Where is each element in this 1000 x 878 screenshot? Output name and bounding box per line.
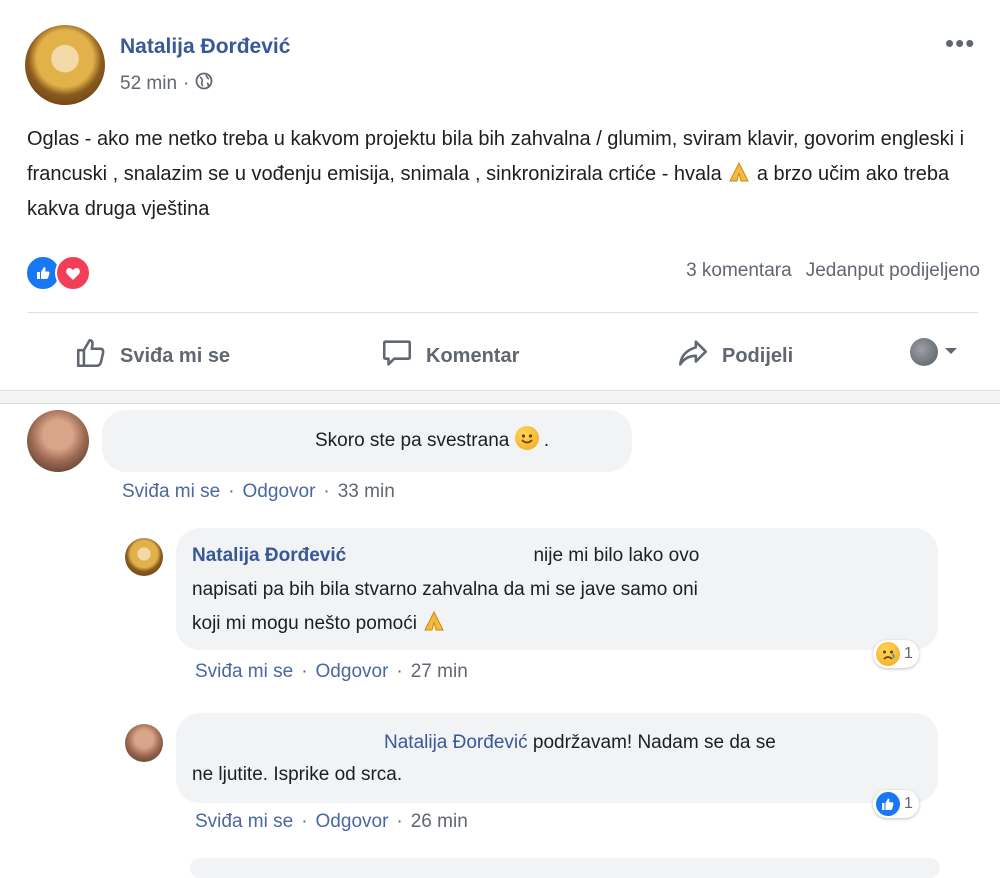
engagement-summary: 3 komentara Jedanput podijeljeno	[686, 260, 980, 282]
meta-separator: ·	[396, 811, 403, 832]
mention-link[interactable]: Natalija Đorđević	[384, 732, 528, 753]
sad-reaction-icon	[876, 642, 900, 666]
post-meta: 52 min ·	[120, 72, 213, 96]
comment-like-link[interactable]: Sviđa mi se	[122, 481, 220, 503]
reaction-summary[interactable]	[25, 255, 91, 291]
post-text: Oglas - ako me netko treba u kakvom proj…	[27, 122, 977, 227]
more-options-icon[interactable]: •••	[945, 28, 975, 59]
reply-author-name[interactable]: Natalija Đorđević	[192, 545, 346, 566]
reply-author-avatar[interactable]	[125, 724, 163, 762]
meta-separator: ·	[228, 481, 235, 502]
reply-meta: Sviđa mi se · Odgovor · 27 min	[195, 661, 468, 683]
globe-icon[interactable]	[195, 72, 213, 96]
reply-text-line1: podržavam! Nadam se da se	[532, 732, 776, 753]
reaction-count: 1	[904, 645, 913, 662]
share-icon	[676, 336, 710, 376]
comment-time[interactable]: 33 min	[338, 481, 395, 503]
comment-text: Skoro ste pa svestrana	[315, 430, 510, 451]
reply-reply-link[interactable]: Odgovor	[316, 661, 389, 683]
reaction-count: 1	[904, 795, 913, 812]
next-reply-bubble	[190, 858, 940, 878]
reply-text-line1: nije mi bilo lako ovo	[533, 545, 700, 566]
reply-like-link[interactable]: Sviđa mi se	[195, 811, 293, 833]
audience-selector[interactable]	[910, 338, 958, 366]
comment-icon	[380, 336, 414, 376]
pray-emoji	[422, 610, 446, 634]
reply-reply-link[interactable]: Odgovor	[316, 811, 389, 833]
reply-text-line2: napisati pa bih bila stvarno zahvalna da…	[192, 579, 698, 600]
comment-bubble: Skoro ste pa svestrana .	[102, 410, 632, 472]
love-reaction-icon[interactable]	[55, 255, 91, 291]
comment-button[interactable]: Komentar	[380, 336, 519, 376]
comments-count-link[interactable]: 3 komentara	[686, 260, 792, 282]
audience-selector-icon	[910, 338, 938, 366]
reply-reaction-badge[interactable]: 1	[873, 790, 919, 818]
meta-separator: ·	[183, 73, 190, 94]
comment-reply-link[interactable]: Odgovor	[243, 481, 316, 503]
reply-time[interactable]: 26 min	[411, 811, 468, 833]
author-avatar[interactable]	[25, 25, 105, 105]
reply-meta: Sviđa mi se · Odgovor · 26 min	[195, 811, 468, 833]
smile-emoji	[514, 426, 539, 450]
meta-separator: ·	[301, 661, 308, 682]
section-separator	[0, 390, 1000, 404]
reply-author-avatar[interactable]	[125, 538, 163, 576]
shares-count-link[interactable]: Jedanput podijeljeno	[806, 260, 980, 282]
share-button-label: Podijeli	[722, 344, 794, 367]
like-reaction-icon	[876, 792, 900, 816]
reply-bubble: Natalija Đorđević podržavam! Nadam se da…	[176, 713, 938, 803]
pray-emoji	[727, 161, 757, 185]
reply-reaction-badge[interactable]: 1	[873, 640, 919, 668]
comment-button-label: Komentar	[426, 344, 520, 367]
meta-separator: ·	[301, 811, 308, 832]
divider	[28, 312, 978, 313]
like-button-label: Sviđa mi se	[120, 344, 231, 367]
commenter-avatar[interactable]	[27, 410, 89, 472]
reply-time[interactable]: 27 min	[411, 661, 468, 683]
like-button[interactable]: Sviđa mi se	[74, 336, 230, 376]
post-time[interactable]: 52 min	[120, 73, 177, 95]
post-author-name[interactable]: Natalija Đorđević	[120, 35, 290, 59]
comment-meta: Sviđa mi se · Odgovor · 33 min	[122, 481, 395, 503]
reply-text-line3: koji mi mogu nešto pomoći	[192, 613, 417, 634]
thumbs-up-icon	[74, 336, 108, 376]
reply-bubble: Natalija Đorđević nije mi bilo lako ovo …	[176, 528, 938, 650]
reply-text-line2: ne ljutite. Isprike od srca.	[192, 764, 403, 785]
meta-separator: ·	[396, 661, 403, 682]
chevron-down-icon	[944, 343, 958, 361]
share-button[interactable]: Podijeli	[676, 336, 793, 376]
reply-like-link[interactable]: Sviđa mi se	[195, 661, 293, 683]
meta-separator: ·	[323, 481, 330, 502]
